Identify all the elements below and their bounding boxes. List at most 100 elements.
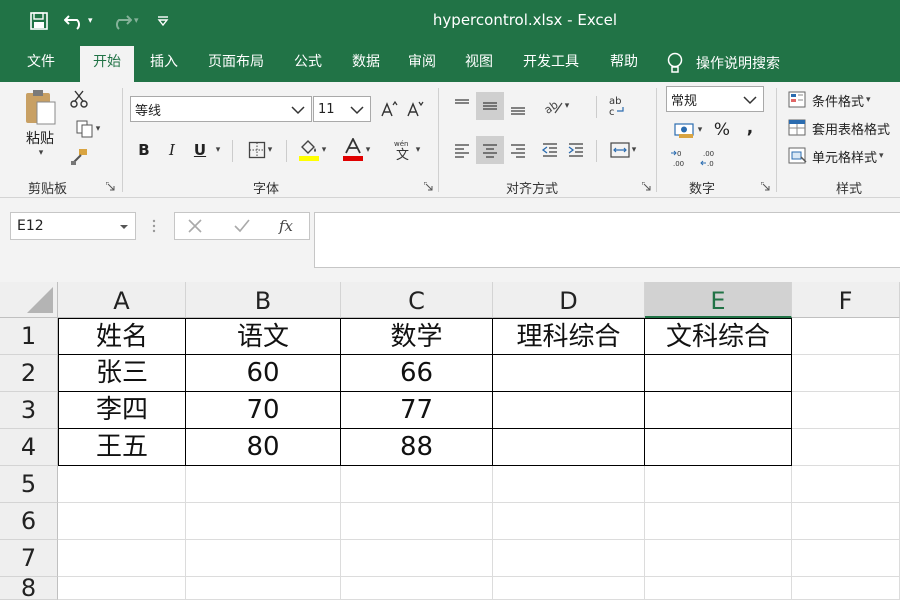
cell-e7[interactable] [645, 540, 792, 577]
decrease-font-size-button[interactable] [404, 98, 426, 120]
cell-a4[interactable]: 王五 [58, 429, 186, 466]
cell-d8[interactable] [493, 577, 645, 600]
cell-f7[interactable] [792, 540, 900, 577]
cell-f6[interactable] [792, 503, 900, 540]
cell-c4[interactable]: 88 [341, 429, 493, 466]
cell-b8[interactable] [186, 577, 341, 600]
borders-button[interactable]: ▾ [240, 138, 280, 162]
cell-a6[interactable] [58, 503, 186, 540]
tab-home[interactable]: 开始 [80, 46, 134, 82]
column-header-c[interactable]: C [341, 282, 493, 318]
cell-c5[interactable] [341, 466, 493, 503]
tab-data[interactable]: 数据 [340, 46, 392, 82]
cell-f3[interactable] [792, 392, 900, 429]
cell-a3[interactable]: 李四 [58, 392, 186, 429]
tab-formulas[interactable]: 公式 [282, 46, 334, 82]
cell-c7[interactable] [341, 540, 493, 577]
comma-style-button[interactable]: , [740, 116, 760, 140]
cell-b3[interactable]: 70 [186, 392, 341, 429]
cell-d6[interactable] [493, 503, 645, 540]
copy-button[interactable]: ▾ [68, 118, 108, 140]
align-left-button[interactable] [450, 138, 474, 162]
cell-f2[interactable] [792, 355, 900, 392]
row-header-6[interactable]: 6 [0, 503, 58, 540]
tab-review[interactable]: 审阅 [396, 46, 448, 82]
merge-center-button[interactable]: ▾ [604, 138, 642, 162]
cell-d7[interactable] [493, 540, 645, 577]
bottom-align-button[interactable] [506, 94, 530, 118]
cell-e2[interactable] [645, 355, 792, 392]
row-header-1[interactable]: 1 [0, 318, 58, 355]
cell-b4[interactable]: 80 [186, 429, 341, 466]
cell-b7[interactable] [186, 540, 341, 577]
cell-c8[interactable] [341, 577, 493, 600]
font-size-select[interactable]: 11 [313, 96, 371, 122]
cell-d4[interactable] [493, 429, 645, 466]
row-header-8[interactable]: 8 [0, 576, 58, 600]
font-name-select[interactable]: 等线 [130, 96, 312, 122]
cancel-icon[interactable] [187, 218, 203, 234]
cell-b1[interactable]: 语文 [186, 318, 341, 355]
middle-align-button[interactable] [476, 92, 504, 120]
accounting-format-button[interactable]: ▾ [668, 118, 708, 142]
formula-input[interactable] [314, 212, 900, 268]
percent-style-button[interactable]: % [710, 118, 734, 142]
tab-developer[interactable]: 开发工具 [512, 46, 590, 82]
column-header-a[interactable]: A [58, 282, 186, 318]
name-box[interactable]: E12 [10, 212, 136, 240]
format-painter-button[interactable] [68, 146, 90, 168]
align-right-button[interactable] [506, 138, 530, 162]
underline-button[interactable]: U [190, 138, 210, 162]
cell-a5[interactable] [58, 466, 186, 503]
cell-a8[interactable] [58, 577, 186, 600]
cell-e8[interactable] [645, 577, 792, 600]
column-header-e[interactable]: E [645, 282, 792, 318]
format-as-table-button[interactable]: 套用表格格式 [788, 116, 900, 140]
bold-button[interactable]: B [134, 138, 154, 162]
row-header-4[interactable]: 4 [0, 429, 58, 466]
cell-f8[interactable] [792, 577, 900, 600]
cell-e1[interactable]: 文科综合 [645, 318, 792, 355]
increase-indent-button[interactable] [564, 138, 588, 162]
cell-c1[interactable]: 数学 [341, 318, 493, 355]
cell-e4[interactable] [645, 429, 792, 466]
row-header-7[interactable]: 7 [0, 540, 58, 577]
row-header-5[interactable]: 5 [0, 466, 58, 503]
underline-dropdown[interactable]: ▾ [210, 138, 224, 162]
cell-c6[interactable] [341, 503, 493, 540]
dialog-launcher-icon[interactable] [642, 182, 651, 191]
cell-b2[interactable]: 60 [186, 355, 341, 392]
row-header-3[interactable]: 3 [0, 392, 58, 429]
column-header-d[interactable]: D [493, 282, 645, 318]
cut-button[interactable] [68, 88, 90, 110]
orientation-button[interactable]: ab ▾ [538, 94, 574, 118]
dialog-launcher-icon[interactable] [761, 182, 770, 191]
increase-decimal-button[interactable]: 0.00 [668, 146, 692, 170]
cell-e5[interactable] [645, 466, 792, 503]
enter-icon[interactable] [233, 218, 251, 234]
dialog-launcher-icon[interactable] [106, 182, 115, 191]
top-align-button[interactable] [450, 94, 474, 118]
cell-d2[interactable] [493, 355, 645, 392]
cell-f1[interactable] [792, 318, 900, 355]
cell-a1[interactable]: 姓名 [58, 318, 186, 355]
fill-color-button[interactable]: ▾ [292, 136, 332, 164]
column-header-b[interactable]: B [186, 282, 341, 318]
tell-me-search[interactable]: 操作说明搜索 [666, 50, 780, 76]
cell-c2[interactable]: 66 [341, 355, 493, 392]
italic-button[interactable]: I [162, 138, 182, 162]
increase-font-size-button[interactable] [378, 98, 400, 120]
decrease-decimal-button[interactable]: .00.0 [698, 146, 722, 170]
cell-f5[interactable] [792, 466, 900, 503]
cell-b5[interactable] [186, 466, 341, 503]
tab-file[interactable]: 文件 [12, 46, 70, 82]
paste-button[interactable]: 粘贴 ▾ [20, 88, 60, 158]
cell-e6[interactable] [645, 503, 792, 540]
font-color-button[interactable]: ▾ [336, 136, 376, 164]
row-header-2[interactable]: 2 [0, 355, 58, 392]
cell-a2[interactable]: 张三 [58, 355, 186, 392]
tab-view[interactable]: 视图 [453, 46, 505, 82]
conditional-formatting-button[interactable]: 条件格式 ▾ [788, 88, 900, 112]
insert-function-icon[interactable]: fx [277, 216, 299, 236]
cell-d1[interactable]: 理科综合 [493, 318, 645, 355]
